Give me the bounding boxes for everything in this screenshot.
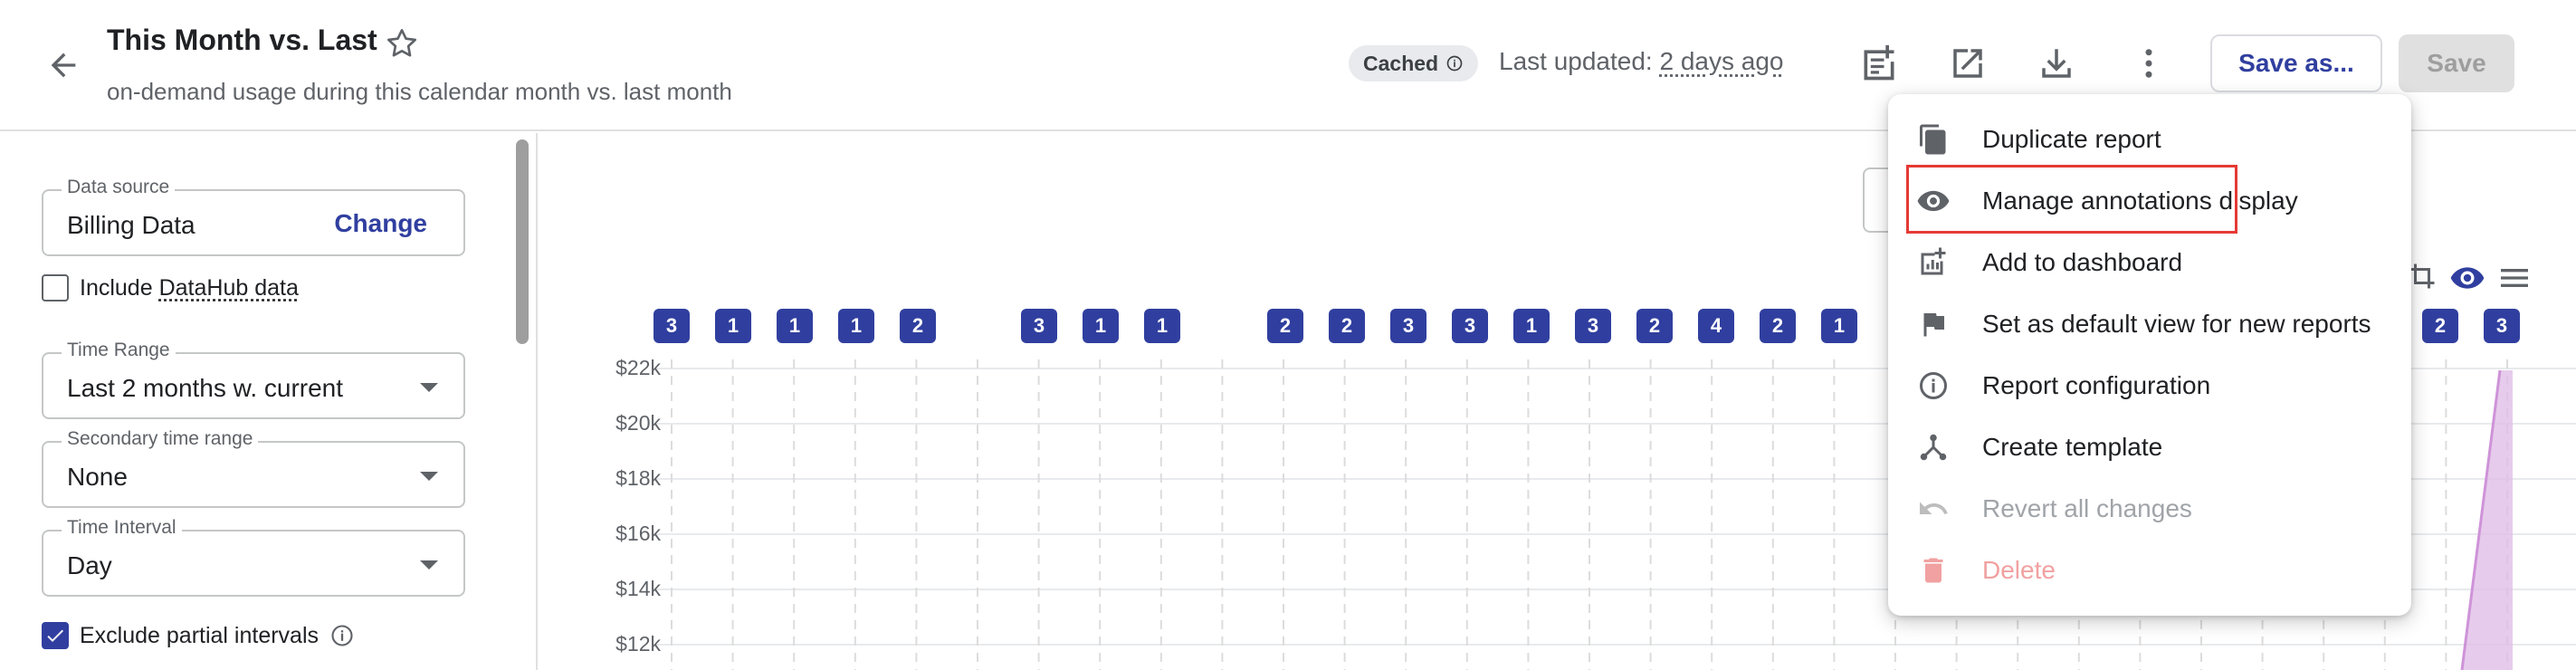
annotation-badge[interactable]: 3 [1575, 309, 1611, 343]
time-range-value: Last 2 months w. current [67, 374, 344, 402]
menu-item-label: Delete [1982, 556, 2056, 584]
menu-item-label: Create template [1982, 433, 2163, 461]
download-button[interactable] [2033, 40, 2080, 87]
menu-item-create-template[interactable]: Create template [1888, 416, 2411, 478]
data-source-value: Billing Data [67, 211, 196, 239]
exclude-partial-checkbox-row[interactable]: Exclude partial intervals [42, 622, 355, 649]
annotation-badge[interactable]: 1 [1821, 309, 1857, 343]
annotation-badge[interactable]: 3 [2484, 309, 2520, 343]
exclude-partial-checkbox[interactable] [42, 622, 69, 649]
secondary-time-range-select[interactable]: Secondary time range None [42, 428, 465, 508]
annotation-badge[interactable]: 1 [777, 309, 813, 343]
include-datahub-checkbox-row[interactable]: Include DataHub data [42, 274, 299, 302]
download-icon [2042, 49, 2071, 78]
template-icon [1915, 429, 1951, 465]
save-as-button[interactable]: Save as... [2210, 34, 2382, 92]
data-source-field: Data source Billing Data Change [42, 177, 465, 256]
series-area [2462, 370, 2513, 670]
annotation-badge[interactable]: 3 [1021, 309, 1057, 343]
last-updated-value: 2 days ago [1659, 47, 1784, 75]
annotation-badge[interactable]: 1 [715, 309, 751, 343]
info-icon[interactable] [329, 623, 355, 648]
copy-icon [1915, 121, 1951, 158]
filters-panel: Data source Billing Data Change Include … [0, 133, 538, 670]
undo-icon [1915, 491, 1951, 527]
time-interval-value: Day [67, 551, 112, 579]
menu-item-report-configuration[interactable]: Report configuration [1888, 355, 2411, 416]
highlight-frame [1906, 165, 2237, 234]
annotation-badge[interactable]: 2 [1329, 309, 1365, 343]
menu-item-revert-all-changes: Revert all changes [1888, 478, 2411, 540]
annotation-badge[interactable]: 2 [1760, 309, 1796, 343]
menu-item-set-default-view[interactable]: Set as default view for new reports [1888, 293, 2411, 355]
add-note-button[interactable] [1856, 40, 1903, 87]
y-tick-label: $16k [615, 522, 661, 545]
cached-badge[interactable]: Cached [1349, 45, 1479, 81]
flag-icon [1915, 306, 1951, 342]
note-add-icon [1864, 44, 1894, 81]
annotation-badge[interactable]: 2 [1267, 309, 1303, 343]
menu-item-label: Set as default view for new reports [1982, 310, 2371, 338]
last-updated-label: Last updated: [1499, 47, 1653, 75]
y-tick-label: $12k [615, 632, 661, 656]
annotation-badge[interactable]: 2 [2422, 309, 2458, 343]
annotation-badge[interactable]: 3 [654, 309, 690, 343]
info-icon [1446, 55, 1463, 72]
secondary-time-range-value: None [67, 463, 128, 491]
trash-icon [1915, 552, 1951, 589]
menu-item-label: Revert all changes [1982, 494, 2192, 522]
filters-scrollbar[interactable] [516, 139, 529, 344]
menu-item-label: Duplicate report [1982, 125, 2161, 153]
last-updated: Last updated: 2 days ago [1499, 47, 1783, 76]
annotation-badge[interactable]: 1 [838, 309, 874, 343]
exclude-partial-label: Exclude partial intervals [80, 622, 320, 648]
more-vert-icon [2145, 49, 2152, 78]
favorite-button[interactable] [380, 22, 424, 65]
page-subtitle: on-demand usage during this calendar mon… [107, 78, 732, 105]
y-tick-label: $22k [615, 356, 661, 379]
open-new-window-button[interactable] [1944, 40, 1991, 87]
cached-label: Cached [1363, 51, 1439, 75]
dashboard-add-icon [1915, 244, 1951, 281]
y-tick-label: $18k [615, 466, 661, 490]
menu-item-duplicate-report[interactable]: Duplicate report [1888, 109, 2411, 170]
change-data-source-button[interactable]: Change [334, 209, 427, 238]
datahub-link[interactable]: DataHub data [159, 275, 299, 301]
annotation-badge[interactable]: 2 [1636, 309, 1673, 343]
time-interval-select[interactable]: Time Interval Day [42, 517, 465, 597]
more-options-button[interactable] [2125, 40, 2172, 87]
save-button[interactable]: Save [2399, 34, 2514, 92]
check-icon [47, 629, 63, 642]
dropdown-arrow-icon [420, 472, 438, 481]
annotation-badge[interactable]: 4 [1698, 309, 1734, 343]
y-tick-label: $14k [615, 577, 661, 600]
annotation-badge[interactable]: 3 [1452, 309, 1488, 343]
menu-item-add-to-dashboard[interactable]: Add to dashboard [1888, 232, 2411, 293]
menu-item-label: Report configuration [1982, 371, 2211, 399]
secondary-time-range-label: Secondary time range [62, 428, 259, 450]
annotation-badge[interactable]: 3 [1390, 309, 1426, 343]
data-source-label: Data source [62, 177, 176, 198]
annotation-badge[interactable]: 1 [1083, 309, 1119, 343]
y-tick-label: $20k [615, 411, 661, 435]
page-title: This Month vs. Last [107, 24, 377, 56]
include-datahub-checkbox[interactable] [42, 274, 69, 302]
time-range-label: Time Range [62, 340, 176, 361]
star-icon [387, 29, 416, 57]
time-interval-label: Time Interval [62, 517, 182, 539]
arrow-left-icon [51, 53, 76, 78]
open-in-new-icon [1953, 49, 1982, 78]
annotation-badge[interactable]: 2 [900, 309, 936, 343]
annotation-badge[interactable]: 1 [1513, 309, 1550, 343]
menu-item-label: Add to dashboard [1982, 248, 2183, 276]
annotation-badge[interactable]: 1 [1144, 309, 1180, 343]
info-icon [1915, 368, 1951, 404]
menu-item-delete[interactable]: Delete [1888, 540, 2411, 601]
back-button[interactable] [40, 42, 87, 89]
dropdown-arrow-icon [420, 560, 438, 570]
time-range-select[interactable]: Time Range Last 2 months w. current [42, 340, 465, 419]
dropdown-arrow-icon [420, 383, 438, 392]
include-datahub-label: Include DataHub data [80, 274, 299, 301]
